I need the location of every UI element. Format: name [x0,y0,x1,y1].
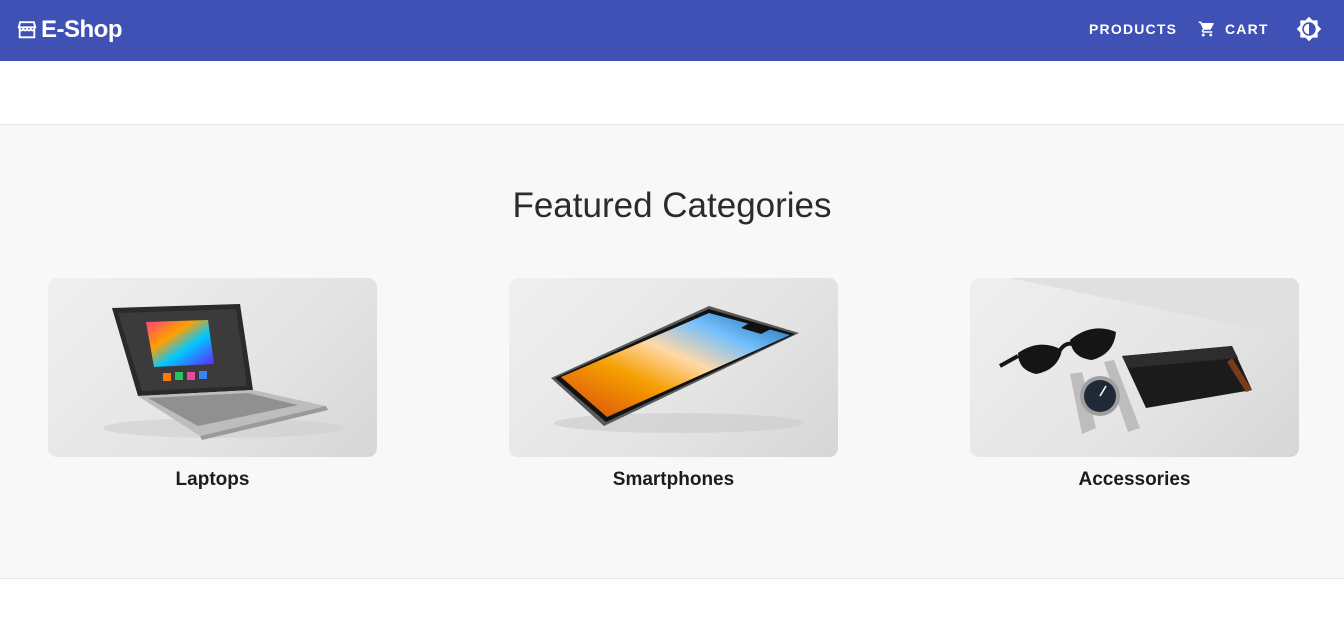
brand-link[interactable]: E-Shop [16,15,123,45]
section-title: Featured Categories [512,186,832,225]
category-card-accessories[interactable]: Accessories [970,278,1299,491]
nav-cart-button[interactable]: CART [1198,14,1269,44]
app-bar: E-Shop PRODUCTS CART [0,0,1344,61]
category-card-smartphones[interactable]: Smartphones [509,278,838,491]
category-label: Laptops [175,469,250,490]
shopping-cart-icon [1198,21,1214,37]
top-spacer [0,61,1344,124]
category-card-laptops[interactable]: Laptops [48,278,377,491]
nav-products-button[interactable]: PRODUCTS [1089,14,1177,44]
nav-products-label: PRODUCTS [1089,21,1178,37]
category-label: Accessories [1078,469,1191,490]
laptop-image [48,278,377,457]
category-label: Smartphones [612,469,735,490]
brightness-icon [1296,16,1322,42]
theme-toggle-button[interactable] [1296,16,1322,42]
accessories-image [970,278,1299,457]
storefront-icon [17,21,37,39]
smartphone-image [509,278,838,457]
brand-name: E-Shop [41,16,123,43]
featured-categories-section: Featured Categories Laptops Smartphones … [0,124,1344,579]
nav-cart-label: CART [1225,21,1269,37]
